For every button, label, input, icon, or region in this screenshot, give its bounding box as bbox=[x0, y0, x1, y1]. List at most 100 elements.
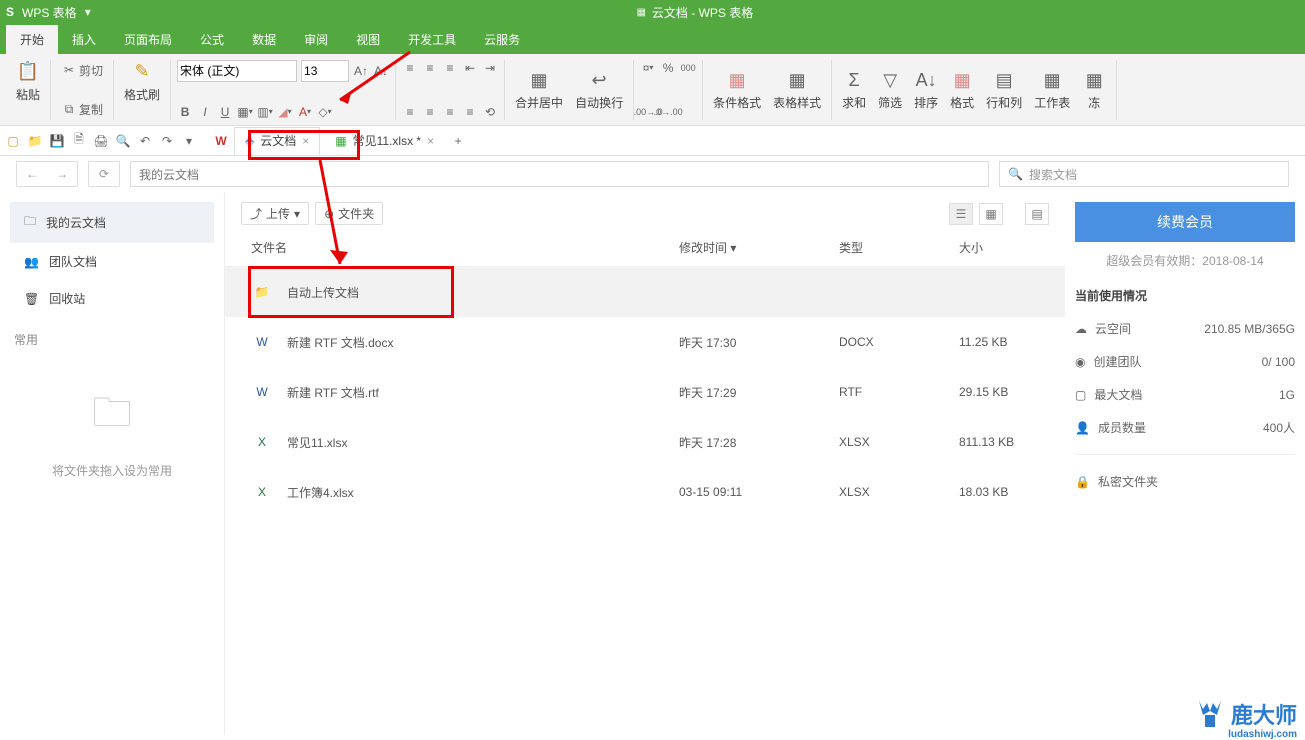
align-top-icon[interactable]: ≡ bbox=[402, 60, 418, 76]
sort-button[interactable]: A↓排序 bbox=[910, 68, 942, 111]
col-modified[interactable]: 修改时间 ▾ bbox=[679, 239, 839, 256]
nav-back-button[interactable]: ← bbox=[17, 162, 47, 186]
sidebar-item-trash[interactable]: 🗑 回收站 bbox=[10, 280, 214, 317]
indent-inc-icon[interactable]: ⇥ bbox=[482, 60, 498, 76]
save-icon[interactable]: 💾 bbox=[48, 132, 66, 150]
inc-decimal-icon[interactable]: .0→.00 bbox=[660, 104, 676, 120]
doc-icon: ▢ bbox=[1075, 388, 1086, 402]
col-name[interactable]: 文件名 bbox=[241, 239, 679, 256]
preview-icon[interactable]: 🔍 bbox=[114, 132, 132, 150]
saveas-icon[interactable]: 🗎 bbox=[70, 132, 88, 150]
doctab-file2[interactable]: ▦ 常见11.xlsx * × bbox=[324, 127, 445, 155]
breadcrumb[interactable]: 我的云文档 bbox=[130, 161, 989, 187]
align-bottom-icon[interactable]: ≡ bbox=[442, 60, 458, 76]
indent-dec-icon[interactable]: ⇤ bbox=[462, 60, 478, 76]
tab-layout[interactable]: 页面布局 bbox=[110, 25, 186, 54]
folder-icon: 📁 bbox=[251, 281, 273, 303]
align-center-icon[interactable]: ≡ bbox=[422, 104, 438, 120]
freeze-button[interactable]: ▦冻 bbox=[1078, 68, 1110, 111]
new-icon[interactable]: ▢ bbox=[4, 132, 22, 150]
increase-font-icon[interactable]: A↑ bbox=[353, 63, 369, 79]
wps-logo-icon[interactable]: W bbox=[212, 132, 230, 150]
decrease-font-icon[interactable]: A↓ bbox=[373, 63, 389, 79]
window-title: 云文档 - WPS 表格 bbox=[652, 4, 753, 21]
fill-color-icon[interactable]: ◢▾ bbox=[277, 104, 293, 120]
file-row[interactable]: 📁自动上传文档 bbox=[225, 267, 1065, 317]
close-icon[interactable]: × bbox=[427, 134, 434, 148]
merge-center-button[interactable]: ▦合并居中 bbox=[511, 68, 567, 111]
new-folder-button[interactable]: ⊕文件夹 bbox=[315, 202, 383, 225]
worksheet-button[interactable]: ▦工作表 bbox=[1030, 68, 1074, 111]
cut-button[interactable]: ✂剪切 bbox=[57, 60, 107, 81]
file-size: 11.25 KB bbox=[959, 335, 1049, 349]
rowcol-button[interactable]: ▤行和列 bbox=[982, 68, 1026, 111]
qat-dropdown-icon[interactable]: ▾ bbox=[180, 132, 198, 150]
wrap-text-button[interactable]: ↩自动换行 bbox=[571, 68, 627, 111]
undo-icon[interactable]: ↶ bbox=[136, 132, 154, 150]
tab-view[interactable]: 视图 bbox=[342, 25, 394, 54]
font-size-select[interactable] bbox=[301, 60, 349, 82]
sidebar-item-team[interactable]: 👥 团队文档 bbox=[10, 243, 214, 280]
border-icon[interactable]: ▦▾ bbox=[237, 104, 253, 120]
view-list-button[interactable]: ☰ bbox=[949, 203, 973, 225]
tab-insert[interactable]: 插入 bbox=[58, 25, 110, 54]
view-grid-button[interactable]: ▦ bbox=[979, 203, 1003, 225]
col-size[interactable]: 大小 bbox=[959, 239, 1049, 256]
file-row[interactable]: X常见11.xlsx昨天 17:28XLSX811.13 KB bbox=[225, 417, 1065, 467]
renew-button[interactable]: 续费会员 bbox=[1075, 202, 1295, 242]
bold-icon[interactable]: B bbox=[177, 104, 193, 120]
view-detail-button[interactable]: ▤ bbox=[1025, 203, 1049, 225]
tab-data[interactable]: 数据 bbox=[238, 25, 290, 54]
upload-button[interactable]: ⤴上传▾ bbox=[241, 202, 309, 225]
print-icon[interactable]: 🖨 bbox=[92, 132, 110, 150]
underline-icon[interactable]: U bbox=[217, 104, 233, 120]
file-row[interactable]: X工作簿4.xlsx03-15 09:11XLSX18.03 KB bbox=[225, 467, 1065, 517]
app-menu-dropdown-icon[interactable]: ▾ bbox=[85, 5, 91, 19]
file-row[interactable]: W新建 RTF 文档.rtf昨天 17:29RTF29.15 KB bbox=[225, 367, 1065, 417]
close-icon[interactable]: × bbox=[302, 134, 309, 148]
filter-button[interactable]: ▽筛选 bbox=[874, 68, 906, 111]
nav-forward-button[interactable]: → bbox=[47, 162, 77, 186]
orientation-icon[interactable]: ⟲ bbox=[482, 104, 498, 120]
border2-icon[interactable]: ▥▾ bbox=[257, 104, 273, 120]
nav-refresh-button[interactable]: ⟳ bbox=[89, 162, 119, 186]
align-right-icon[interactable]: ≡ bbox=[442, 104, 458, 120]
doctab-cloud-label: 云文档 bbox=[260, 132, 296, 149]
cloud-nav: ← → ⟳ 我的云文档 🔍 搜索文档 bbox=[0, 156, 1305, 192]
tab-formula[interactable]: 公式 bbox=[186, 25, 238, 54]
tab-review[interactable]: 审阅 bbox=[290, 25, 342, 54]
folder-pin-icon: 🗀 bbox=[92, 384, 132, 452]
comma-icon[interactable]: 000 bbox=[680, 60, 696, 76]
copy-button[interactable]: ⧉复制 bbox=[57, 99, 107, 120]
paste-button[interactable]: 📋 粘贴 bbox=[12, 60, 44, 103]
font-color-icon[interactable]: A▾ bbox=[297, 104, 313, 120]
italic-icon[interactable]: I bbox=[197, 104, 213, 120]
font-name-select[interactable] bbox=[177, 60, 297, 82]
add-tab-icon[interactable]: + bbox=[449, 132, 467, 150]
currency-icon[interactable]: ¤▾ bbox=[640, 60, 656, 76]
redo-icon[interactable]: ↷ bbox=[158, 132, 176, 150]
col-type[interactable]: 类型 bbox=[839, 239, 959, 256]
format-painter-button[interactable]: ✎ 格式刷 bbox=[120, 60, 164, 103]
tab-cloud[interactable]: 云服务 bbox=[470, 25, 534, 54]
clear-format-icon[interactable]: ◇▾ bbox=[317, 104, 333, 120]
format-button[interactable]: ▦格式 bbox=[946, 68, 978, 111]
tab-start[interactable]: 开始 bbox=[6, 25, 58, 54]
ribbon: 📋 粘贴 ✂剪切 ⧉复制 ✎ 格式刷 A↑ A↓ B I U ▦▾ ▥▾ ◢▾ … bbox=[0, 54, 1305, 126]
percent-icon[interactable]: % bbox=[660, 60, 676, 76]
sum-button[interactable]: Σ求和 bbox=[838, 68, 870, 111]
docx-icon: W bbox=[251, 331, 273, 353]
align-justify-icon[interactable]: ≡ bbox=[462, 104, 478, 120]
private-folder-button[interactable]: 🔒私密文件夹 bbox=[1075, 465, 1295, 498]
search-input[interactable]: 🔍 搜索文档 bbox=[999, 161, 1289, 187]
dropzone[interactable]: 🗀 将文件夹拖入设为常用 bbox=[10, 384, 214, 479]
doctab-cloud[interactable]: ⬘ 云文档 × bbox=[234, 127, 320, 155]
table-style-button[interactable]: ▦表格样式 bbox=[769, 68, 825, 111]
align-left-icon[interactable]: ≡ bbox=[402, 104, 418, 120]
open-icon[interactable]: 📁 bbox=[26, 132, 44, 150]
sidebar-item-mydocs[interactable]: 🗀 我的云文档 bbox=[10, 202, 214, 243]
tab-devtools[interactable]: 开发工具 bbox=[394, 25, 470, 54]
cond-format-button[interactable]: ▦条件格式 bbox=[709, 68, 765, 111]
file-row[interactable]: W新建 RTF 文档.docx昨天 17:30DOCX11.25 KB bbox=[225, 317, 1065, 367]
align-middle-icon[interactable]: ≡ bbox=[422, 60, 438, 76]
